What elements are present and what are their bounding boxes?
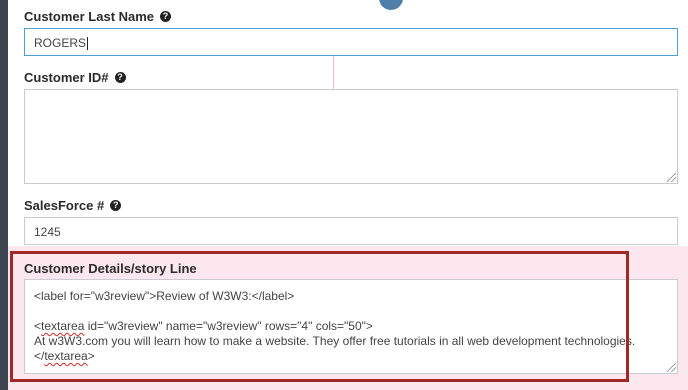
details-label: Customer Details/story Line: [24, 261, 197, 276]
spellcheck-word: textarea: [44, 349, 88, 363]
salesforce-value: 1245: [34, 225, 61, 239]
salesforce-label: SalesForce # ?: [24, 198, 122, 213]
customer-id-textarea[interactable]: [24, 89, 678, 184]
textarea-line: </textarea>: [34, 349, 95, 363]
left-sidebar-edge: [0, 0, 8, 390]
last-name-value: ROGERS: [34, 36, 87, 50]
help-icon[interactable]: ?: [160, 11, 172, 22]
text-cursor: [87, 37, 89, 51]
spellcheck-word: textarea: [41, 319, 85, 333]
help-icon[interactable]: ?: [110, 200, 122, 211]
textarea-line: At w3W3.com you will learn how to make a…: [34, 334, 636, 348]
details-textarea[interactable]: <label for="w3review">Review of W3W3:</l…: [24, 279, 678, 374]
textarea-line: [34, 304, 668, 319]
last-name-label: Customer Last Name ?: [24, 9, 172, 24]
textarea-line: <label for="w3review">Review of W3W3:</l…: [34, 289, 295, 303]
resize-grip[interactable]: [667, 363, 676, 372]
textarea-line: <textarea id="w3review" name="w3review" …: [34, 319, 373, 333]
last-name-input[interactable]: ROGERS: [24, 28, 678, 56]
salesforce-input[interactable]: 1245: [24, 217, 678, 245]
customer-id-label: Customer ID# ?: [24, 70, 126, 85]
step-indicator: [379, 0, 403, 10]
resize-grip[interactable]: [667, 173, 676, 182]
help-icon[interactable]: ?: [114, 72, 126, 83]
